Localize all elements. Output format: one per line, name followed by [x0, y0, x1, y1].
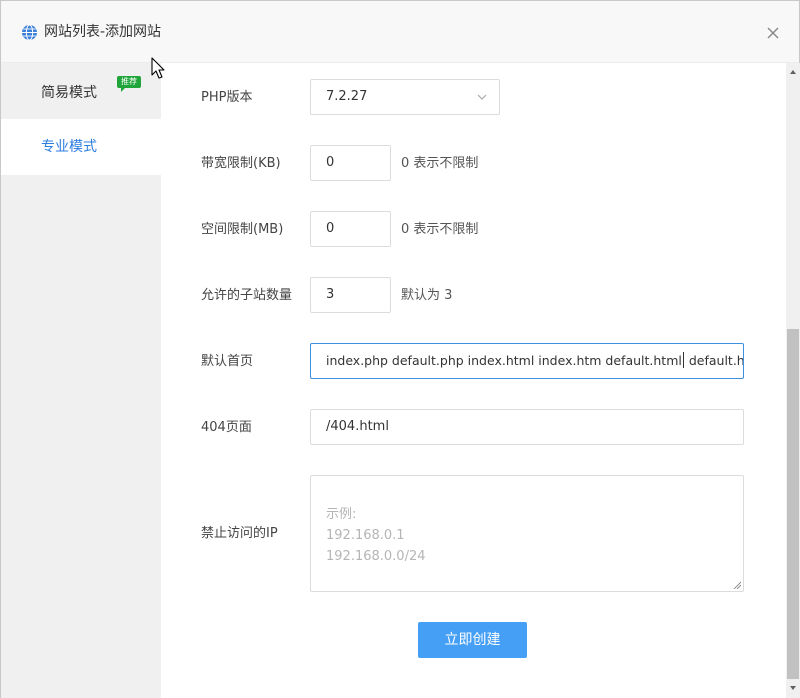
resize-handle-icon[interactable] — [733, 581, 741, 589]
subsites-hint: 默认为 3 — [401, 288, 453, 303]
sidebar-item-label: 简易模式 — [41, 85, 97, 101]
default-index-input[interactable]: index.php default.php index.html index.h… — [310, 343, 744, 379]
php-version-select[interactable]: 7.2.27 — [310, 79, 500, 115]
globe-icon — [22, 24, 37, 41]
chevron-down-icon — [477, 94, 487, 100]
sidebar-item-pro-mode[interactable]: 专业模式 — [1, 119, 161, 175]
mouse-cursor-icon — [151, 57, 165, 79]
bandwidth-input[interactable]: 0 — [310, 145, 391, 181]
php-version-label: PHP版本 — [201, 90, 253, 105]
space-input[interactable]: 0 — [310, 211, 391, 247]
scroll-down-arrow-icon[interactable] — [789, 685, 797, 691]
mode-sidebar: 简易模式 推荐 专业模式 — [1, 63, 161, 698]
placeholder-line: 示例: — [326, 507, 357, 522]
subsites-label: 允许的子站数量 — [201, 288, 293, 303]
form-panel: PHP版本 7.2.27 带宽限制(KB) 0 0 表示不限制 空间限制(MB)… — [161, 63, 786, 698]
sidebar-item-simple-mode[interactable]: 简易模式 推荐 — [1, 65, 161, 121]
text-caret — [682, 352, 684, 368]
bandwidth-value: 0 — [326, 155, 335, 170]
close-icon[interactable] — [763, 23, 783, 43]
placeholder-line: 192.168.0.0/24 — [326, 549, 426, 564]
default-index-label: 默认首页 — [201, 354, 254, 369]
scroll-up-arrow-icon[interactable] — [789, 69, 797, 75]
space-label: 空间限制(MB) — [201, 222, 284, 237]
blocked-ip-label: 禁止访问的IP — [201, 526, 278, 541]
blocked-ip-textarea[interactable]: 示例: 192.168.0.1 192.168.0.0/24 — [310, 475, 744, 592]
page-404-value: /404.html — [326, 419, 389, 434]
page-404-input[interactable]: /404.html — [310, 409, 744, 445]
space-hint: 0 表示不限制 — [401, 222, 479, 237]
dialog-title: 网站列表-添加网站 — [44, 24, 162, 40]
php-version-value: 7.2.27 — [326, 89, 368, 104]
placeholder-line: 192.168.0.1 — [326, 528, 405, 543]
subsites-value: 3 — [326, 287, 335, 302]
default-index-value: index.php default.php index.html index.h… — [326, 353, 682, 368]
create-now-button[interactable]: 立即创建 — [418, 622, 527, 658]
title-bar: 网站列表-添加网站 — [1, 1, 799, 63]
bandwidth-label: 带宽限制(KB) — [201, 156, 281, 171]
scrollbar-thumb[interactable] — [787, 329, 799, 679]
bandwidth-hint: 0 表示不限制 — [401, 156, 479, 171]
page-404-label: 404页面 — [201, 420, 252, 435]
recommend-badge: 推荐 — [117, 76, 141, 92]
vertical-scrollbar[interactable] — [786, 63, 800, 698]
add-website-dialog: 网站列表-添加网站 简易模式 推荐 专业模式 PHP版本 7.2.27 带宽限制… — [0, 0, 800, 698]
default-index-value-tail: default.h — [684, 353, 744, 368]
space-value: 0 — [326, 221, 335, 236]
subsites-input[interactable]: 3 — [310, 277, 391, 313]
sidebar-item-label: 专业模式 — [41, 139, 97, 155]
